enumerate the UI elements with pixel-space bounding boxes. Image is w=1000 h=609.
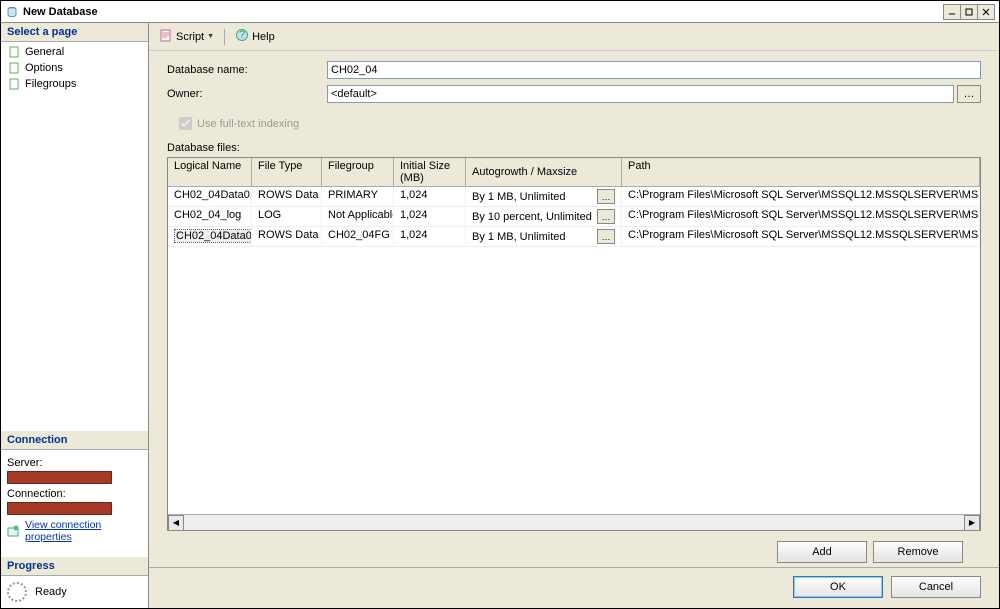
fulltext-checkbox: [179, 117, 192, 130]
col-initial-size[interactable]: Initial Size (MB): [394, 158, 466, 186]
grid-label: Database files:: [167, 142, 981, 154]
add-button[interactable]: Add: [777, 541, 867, 563]
cell-filegroup[interactable]: Not Applicable: [322, 207, 394, 226]
connection-value-redacted: [7, 502, 112, 515]
cell-filegroup[interactable]: PRIMARY: [322, 187, 394, 206]
sidebar-item-label: General: [25, 46, 64, 58]
script-button[interactable]: Script ▼: [155, 27, 218, 46]
horizontal-scrollbar[interactable]: ◀ ▶: [168, 514, 980, 530]
scroll-right-icon[interactable]: ▶: [964, 515, 980, 531]
col-path[interactable]: Path: [622, 158, 980, 186]
cell-path[interactable]: C:\Program Files\Microsoft SQL Server\MS…: [622, 207, 980, 226]
page-icon: [7, 45, 21, 59]
table-row[interactable]: CH02_04Data02 ROWS Data CH02_04FG 1,024 …: [168, 227, 980, 247]
server-value-redacted: [7, 471, 112, 484]
sidebar-item-label: Options: [25, 62, 63, 74]
sidebar-item-options[interactable]: Options: [3, 60, 146, 76]
help-button[interactable]: ? Help: [231, 27, 279, 46]
page-icon: [7, 77, 21, 91]
fulltext-label: Use full-text indexing: [197, 118, 299, 130]
titlebar[interactable]: New Database: [1, 1, 999, 23]
db-name-input[interactable]: [327, 61, 981, 79]
cell-autogrowth[interactable]: By 1 MB, Unlimited…: [466, 187, 622, 206]
dialog-footer: OK Cancel: [149, 567, 999, 608]
progress-spinner-icon: [7, 582, 27, 602]
table-row[interactable]: CH02_04_log LOG Not Applicable 1,024 By …: [168, 207, 980, 227]
cell-file-type[interactable]: ROWS Data: [252, 187, 322, 206]
window-title: New Database: [23, 6, 940, 18]
col-autogrowth[interactable]: Autogrowth / Maxsize: [466, 158, 622, 186]
chevron-down-icon: ▼: [207, 33, 214, 40]
dialog-window: New Database Select a page General Optio…: [0, 0, 1000, 609]
help-label: Help: [252, 31, 275, 43]
progress-status: Ready: [35, 586, 67, 598]
view-connection-link[interactable]: View connection properties: [25, 519, 142, 543]
cell-initial-size[interactable]: 1,024: [394, 187, 466, 206]
cell-logical-name[interactable]: CH02_04_log: [168, 207, 252, 226]
svg-text:?: ?: [239, 29, 245, 41]
database-icon: [5, 5, 19, 19]
remove-button[interactable]: Remove: [873, 541, 963, 563]
owner-label: Owner:: [167, 88, 327, 100]
page-icon: [7, 61, 21, 75]
cell-logical-name[interactable]: CH02_04Data02: [168, 227, 252, 246]
cell-path[interactable]: C:\Program Files\Microsoft SQL Server\MS…: [622, 187, 980, 206]
close-button[interactable]: [977, 4, 995, 20]
connection-header: Connection: [1, 431, 148, 450]
col-filegroup[interactable]: Filegroup: [322, 158, 394, 186]
cancel-button[interactable]: Cancel: [891, 576, 981, 598]
sidebar-item-general[interactable]: General: [3, 44, 146, 60]
sidebar-item-label: Filegroups: [25, 78, 76, 90]
help-icon: ?: [235, 28, 249, 45]
cell-logical-name[interactable]: CH02_04Data01: [168, 187, 252, 206]
main-panel: Script ▼ ? Help Database name: Owner: …: [149, 23, 999, 608]
maximize-button[interactable]: [960, 4, 978, 20]
table-row[interactable]: CH02_04Data01 ROWS Data PRIMARY 1,024 By…: [168, 187, 980, 207]
cell-file-type[interactable]: ROWS Data: [252, 227, 322, 246]
ok-button[interactable]: OK: [793, 576, 883, 598]
col-logical-name[interactable]: Logical Name: [168, 158, 252, 186]
server-label: Server:: [7, 457, 142, 469]
scroll-left-icon[interactable]: ◀: [168, 515, 184, 531]
cell-initial-size[interactable]: 1,024: [394, 207, 466, 226]
owner-input[interactable]: [327, 85, 954, 103]
cell-file-type[interactable]: LOG: [252, 207, 322, 226]
toolbar: Script ▼ ? Help: [149, 23, 999, 51]
autogrowth-browse-button[interactable]: …: [597, 189, 615, 204]
sidebar: Select a page General Options Filegroups…: [1, 23, 149, 608]
cell-autogrowth[interactable]: By 1 MB, Unlimited…: [466, 227, 622, 246]
db-name-label: Database name:: [167, 64, 327, 76]
sidebar-item-filegroups[interactable]: Filegroups: [3, 76, 146, 92]
autogrowth-browse-button[interactable]: …: [597, 209, 615, 224]
connection-label: Connection:: [7, 488, 142, 500]
cell-initial-size[interactable]: 1,024: [394, 227, 466, 246]
database-files-grid: Logical Name File Type Filegroup Initial…: [167, 157, 981, 531]
col-file-type[interactable]: File Type: [252, 158, 322, 186]
cell-filegroup[interactable]: CH02_04FG: [322, 227, 394, 246]
select-page-header: Select a page: [1, 23, 148, 42]
script-label: Script: [176, 31, 204, 43]
separator: [224, 29, 225, 45]
owner-browse-button[interactable]: …: [957, 85, 981, 103]
properties-icon: [7, 524, 21, 538]
cell-path[interactable]: C:\Program Files\Microsoft SQL Server\MS…: [622, 227, 980, 246]
autogrowth-browse-button[interactable]: …: [597, 229, 615, 244]
cell-autogrowth[interactable]: By 10 percent, Unlimited…: [466, 207, 622, 226]
progress-header: Progress: [1, 557, 148, 576]
minimize-button[interactable]: [943, 4, 961, 20]
script-icon: [159, 28, 173, 45]
